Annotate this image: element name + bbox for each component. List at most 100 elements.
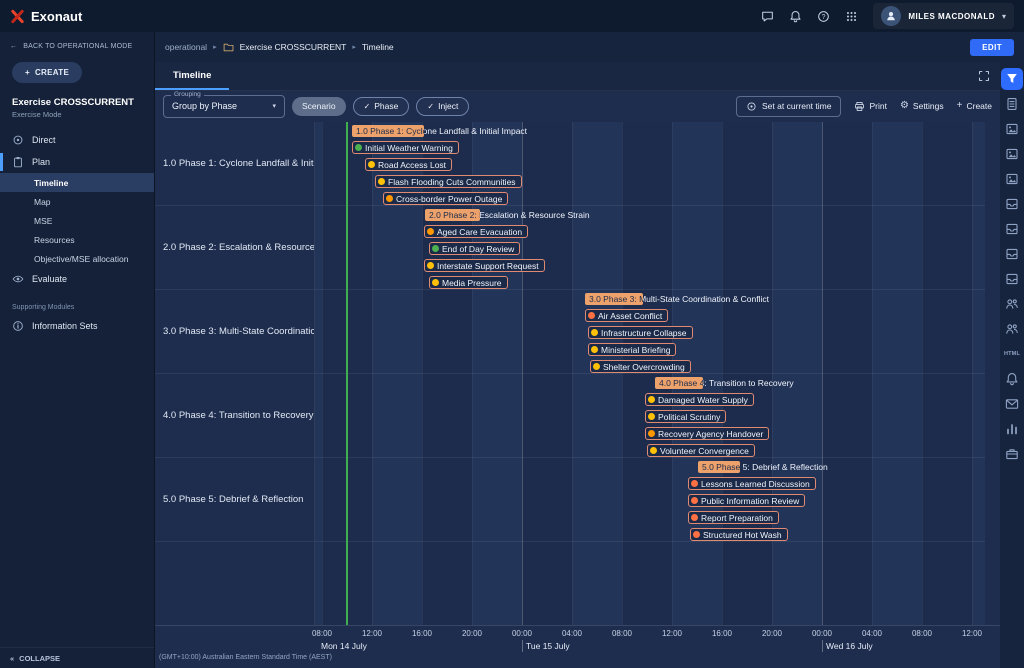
sidebar-item-timeline[interactable]: Timeline (0, 173, 154, 192)
inject-chip[interactable]: End of Day Review (429, 242, 520, 255)
axis-time-label: 00:00 (512, 629, 532, 638)
sidebar-item-evaluate[interactable]: Evaluate (0, 268, 154, 290)
fit-to-screen-icon[interactable] (978, 70, 990, 82)
phase-bar[interactable]: 5.0 Phase 5: Debrief & Reflection (698, 461, 740, 473)
inject-chip[interactable]: Media Pressure (429, 276, 508, 289)
phase-group-label[interactable]: 5.0 Phase 5: Debrief & Reflection (155, 458, 314, 542)
user-menu[interactable]: MILES MACDONALD ▾ (873, 3, 1014, 29)
phase-row: 2.0 Phase 2: Escalation & Resource Strai… (315, 206, 985, 290)
timeline-panel: Timeline Grouping Group by Phase ▾ Scena… (155, 62, 1000, 668)
main-area: operational ▸ Exercise CROSSCURRENT ▸ Ti… (155, 32, 1024, 668)
inject-chip[interactable]: Lessons Learned Discussion (688, 477, 816, 490)
inject-chip[interactable]: Road Access Lost (365, 158, 452, 171)
archive-tray-icon-3[interactable] (1001, 243, 1023, 265)
filter-chip-scenario[interactable]: Scenario (292, 97, 346, 116)
inject-chip[interactable]: Infrastructure Collapse (588, 326, 693, 339)
axis-time-label: 16:00 (712, 629, 732, 638)
toolbar-right-actions: Set at current time Print ⚙ Settings + C… (736, 96, 992, 117)
print-button[interactable]: Print (854, 101, 886, 112)
inject-chip[interactable]: Volunteer Convergence (647, 444, 755, 457)
groups-icon[interactable] (1001, 318, 1023, 340)
sidebar-nav: Direct Plan Timeline Map MSE Resources O… (0, 129, 154, 337)
filter-chip-phase[interactable]: ✓ Phase (353, 97, 410, 116)
phase-group-label[interactable]: 1.0 Phase 1: Cyclone Landfall & Initia..… (155, 122, 314, 206)
notifications-bell-icon[interactable] (789, 10, 802, 23)
back-to-operational-link[interactable]: ← BACK TO OPERATIONAL MODE (0, 32, 154, 56)
axis-time-label: 12:00 (362, 629, 382, 638)
inject-status-icon (427, 228, 434, 235)
phase-group-label[interactable]: 3.0 Phase 3: Multi-State Coordination... (155, 290, 314, 374)
current-time-target-icon (746, 101, 757, 112)
sidebar-create-button[interactable]: + CREATE (12, 62, 82, 83)
inject-chip[interactable]: Ministerial Briefing (588, 343, 676, 356)
phase-row: 1.0 Phase 1: Cyclone Landfall & Initial … (315, 122, 985, 206)
axis-time-label: 08:00 (312, 629, 332, 638)
image-panel-icon-2[interactable] (1001, 143, 1023, 165)
chat-icon[interactable] (761, 10, 774, 23)
inject-chip[interactable]: Recovery Agency Handover (645, 427, 769, 440)
phase-group-label[interactable]: 2.0 Phase 2: Escalation & Resource S... (155, 206, 314, 290)
filter-icon[interactable] (1001, 68, 1023, 90)
breadcrumb-timeline[interactable]: Timeline (362, 42, 394, 52)
inject-chip[interactable]: Political Scrutiny (645, 410, 726, 423)
sidebar-item-information-sets[interactable]: Information Sets (0, 315, 154, 337)
app-root: Exonaut ? MILES MACDONALD ▾ ← BACK TO OP… (0, 0, 1024, 668)
inject-chip[interactable]: Damaged Water Supply (645, 393, 754, 406)
html-icon[interactable]: HTML (1001, 343, 1023, 365)
tab-bar: Timeline (155, 62, 1000, 91)
inject-chip[interactable]: Report Preparation (688, 511, 779, 524)
phase-bar[interactable]: 3.0 Phase 3: Multi-State Coordination & … (585, 293, 643, 305)
phase-bar[interactable]: 1.0 Phase 1: Cyclone Landfall & Initial … (352, 125, 424, 137)
collapse-sidebar-button[interactable]: « COLLAPSE (0, 647, 154, 668)
timezone-note: (GMT+10:00) Australian Eastern Standard … (159, 654, 332, 661)
back-arrow-icon: ← (10, 43, 17, 50)
inject-chip[interactable]: Shelter Overcrowding (590, 360, 691, 373)
phase-group-label[interactable]: 4.0 Phase 4: Transition to Recovery (155, 374, 314, 458)
image-panel-icon-3[interactable] (1001, 168, 1023, 190)
notifications-icon[interactable] (1001, 368, 1023, 390)
sidebar-item-map[interactable]: Map (0, 192, 154, 211)
sidebar-item-mse[interactable]: MSE (0, 211, 154, 230)
breadcrumb-exercise[interactable]: Exercise CROSSCURRENT (240, 42, 347, 52)
current-time-line (346, 122, 348, 625)
archive-tray-icon-2[interactable] (1001, 218, 1023, 240)
phase-row: 3.0 Phase 3: Multi-State Coordination & … (315, 290, 985, 374)
sidebar-item-resources[interactable]: Resources (0, 230, 154, 249)
inject-chip[interactable]: Initial Weather Warning (352, 141, 459, 154)
inject-chip[interactable]: Air Asset Conflict (585, 309, 668, 322)
inject-status-icon (648, 396, 655, 403)
inject-chip[interactable]: Public Information Review (688, 494, 805, 507)
phase-label-column: 1.0 Phase 1: Cyclone Landfall & Initia..… (155, 122, 315, 625)
apps-grid-icon[interactable] (845, 10, 858, 23)
grouping-select[interactable]: Grouping Group by Phase ▾ (163, 95, 285, 118)
tab-timeline[interactable]: Timeline (155, 62, 229, 90)
mail-icon[interactable] (1001, 393, 1023, 415)
archive-tray-icon[interactable] (1001, 193, 1023, 215)
help-icon[interactable]: ? (817, 10, 830, 23)
set-at-current-time-button[interactable]: Set at current time (736, 96, 841, 117)
archive-tray-icon-4[interactable] (1001, 268, 1023, 290)
breadcrumb-operational[interactable]: operational (165, 42, 207, 52)
inject-status-icon (591, 329, 598, 336)
edit-button[interactable]: EDIT (970, 39, 1014, 56)
document-icon[interactable] (1001, 93, 1023, 115)
chart-icon[interactable] (1001, 418, 1023, 440)
inject-chip[interactable]: Structured Hot Wash (690, 528, 788, 541)
phase-bar[interactable]: 2.0 Phase 2: Escalation & Resource Strai… (425, 209, 480, 221)
axis-day-label: Mon 14 July (321, 641, 367, 651)
create-button[interactable]: + Create (957, 101, 992, 111)
sidebar-item-direct[interactable]: Direct (0, 129, 154, 151)
inject-chip[interactable]: Interstate Support Request (424, 259, 545, 272)
inject-status-icon (386, 195, 393, 202)
inject-chip[interactable]: Cross-border Power Outage (383, 192, 508, 205)
briefcase-icon[interactable] (1001, 443, 1023, 465)
sidebar-item-objective-mse-allocation[interactable]: Objective/MSE allocation (0, 249, 154, 268)
sidebar-item-plan[interactable]: Plan (0, 151, 154, 173)
phase-bar[interactable]: 4.0 Phase 4: Transition to Recovery (655, 377, 703, 389)
settings-button[interactable]: ⚙ Settings (900, 101, 944, 111)
users-icon[interactable] (1001, 293, 1023, 315)
inject-chip[interactable]: Flash Flooding Cuts Communities (375, 175, 522, 188)
filter-chip-inject[interactable]: ✓ Inject (416, 97, 469, 116)
image-panel-icon[interactable] (1001, 118, 1023, 140)
inject-chip[interactable]: Aged Care Evacuation (424, 225, 528, 238)
